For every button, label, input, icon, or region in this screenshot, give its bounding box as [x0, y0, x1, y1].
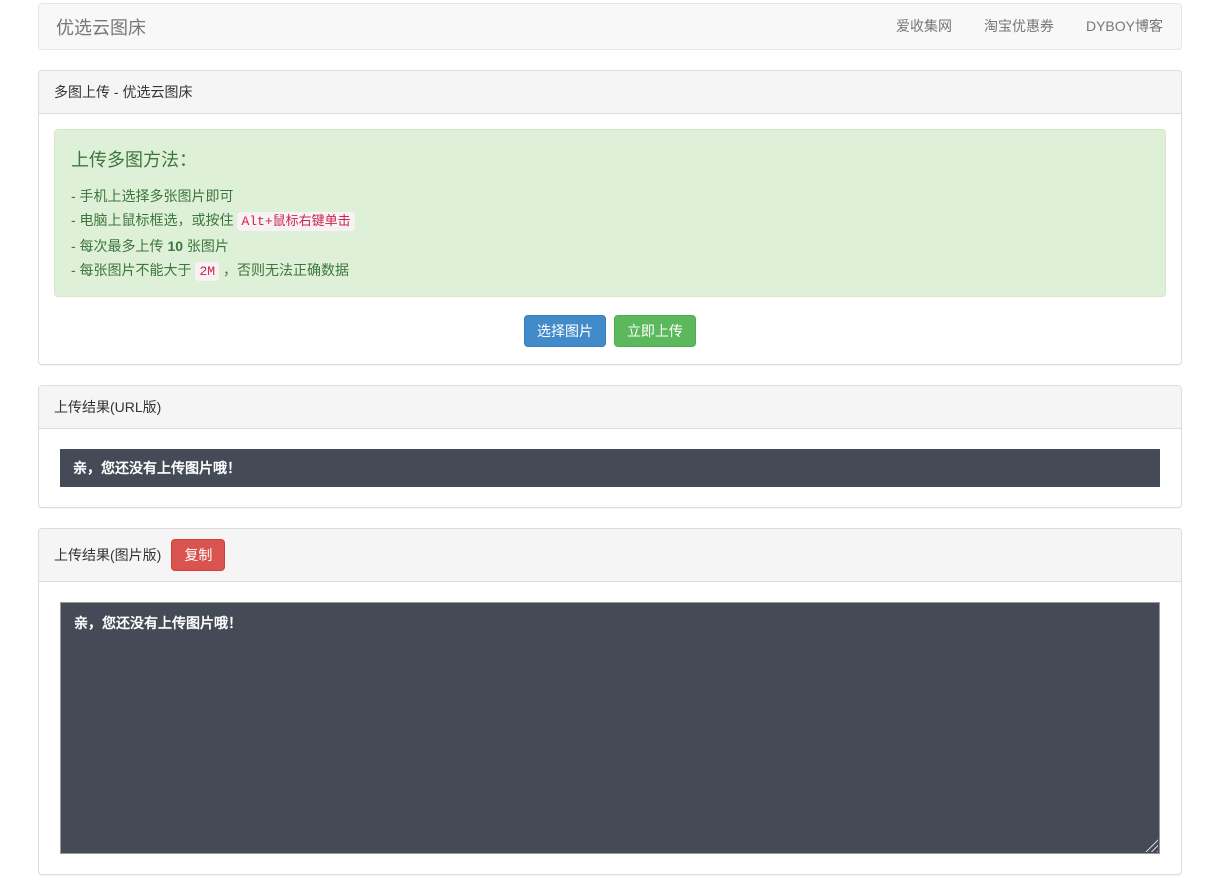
instruction-item-1-text: - 手机上选择多张图片即可: [71, 188, 234, 204]
resize-handle-icon[interactable]: [1145, 839, 1158, 852]
instruction-item-4: - 每张图片不能大于 2M ，否则无法正确数据: [71, 258, 1149, 284]
url-result-title: 上传结果(URL版): [54, 397, 161, 417]
image-result-heading: 上传结果(图片版) 复制: [39, 529, 1181, 582]
instruction-item-3: - 每次最多上传 10 张图片: [71, 234, 1149, 258]
alt-click-code: Alt+鼠标右键单击: [237, 212, 354, 231]
image-result-title: 上传结果(图片版): [54, 545, 161, 565]
instruction-item-4-suffix: ，否则无法正确数据: [219, 262, 349, 278]
choose-images-button[interactable]: 选择图片: [524, 315, 606, 347]
image-result-empty-message: 亲，您还没有上传图片哦！: [74, 615, 242, 631]
size-limit-code: 2M: [195, 262, 219, 281]
page-container: 优选云图床 爱收集网 淘宝优惠券 DYBOY博客 多图上传 - 优选云图床 上传…: [38, 3, 1182, 875]
brand-link[interactable]: 优选云图床: [41, 14, 161, 40]
image-result-body: 亲，您还没有上传图片哦！: [39, 582, 1181, 874]
upload-panel-body: 上传多图方法： - 手机上选择多张图片即可 - 电脑上鼠标框选，或按住 Alt+…: [39, 114, 1181, 364]
instruction-item-1: - 手机上选择多张图片即可: [71, 184, 1149, 208]
upload-panel-heading: 多图上传 - 优选云图床: [39, 71, 1181, 114]
instruction-item-3-suffix: 张图片: [183, 238, 229, 254]
instruction-item-4-text: - 每张图片不能大于: [71, 262, 195, 278]
instruction-item-2-text: - 电脑上鼠标框选，或按住: [71, 212, 237, 228]
nav-link-dyboy-blog[interactable]: DYBOY博客: [1070, 4, 1179, 49]
image-result-panel: 上传结果(图片版) 复制 亲，您还没有上传图片哦！: [38, 528, 1182, 875]
upload-now-button[interactable]: 立即上传: [614, 315, 696, 347]
navbar: 优选云图床 爱收集网 淘宝优惠券 DYBOY博客: [38, 3, 1182, 50]
max-count-value: 10: [167, 238, 183, 254]
upload-buttons-row: 选择图片 立即上传: [54, 315, 1166, 349]
instruction-item-2: - 电脑上鼠标框选，或按住 Alt+鼠标右键单击: [71, 208, 1149, 234]
url-result-body: 亲，您还没有上传图片哦！: [39, 429, 1181, 507]
instruction-item-3-text: - 每次最多上传: [71, 238, 167, 254]
upload-panel-title: 多图上传 - 优选云图床: [54, 82, 192, 102]
upload-panel: 多图上传 - 优选云图床 上传多图方法： - 手机上选择多张图片即可 - 电脑上…: [38, 70, 1182, 365]
nav-link-aishouji[interactable]: 爱收集网: [880, 4, 968, 49]
instructions-title: 上传多图方法：: [71, 148, 1149, 172]
copy-button[interactable]: 复制: [171, 539, 225, 571]
image-result-textarea[interactable]: 亲，您还没有上传图片哦！: [60, 602, 1160, 854]
url-result-panel: 上传结果(URL版) 亲，您还没有上传图片哦！: [38, 385, 1182, 508]
nav-link-taobao[interactable]: 淘宝优惠券: [968, 4, 1070, 49]
upload-instructions-alert: 上传多图方法： - 手机上选择多张图片即可 - 电脑上鼠标框选，或按住 Alt+…: [54, 129, 1166, 297]
url-result-heading: 上传结果(URL版): [39, 386, 1181, 429]
url-result-empty-message: 亲，您还没有上传图片哦！: [60, 449, 1160, 487]
nav-links: 爱收集网 淘宝优惠券 DYBOY博客: [880, 4, 1179, 49]
